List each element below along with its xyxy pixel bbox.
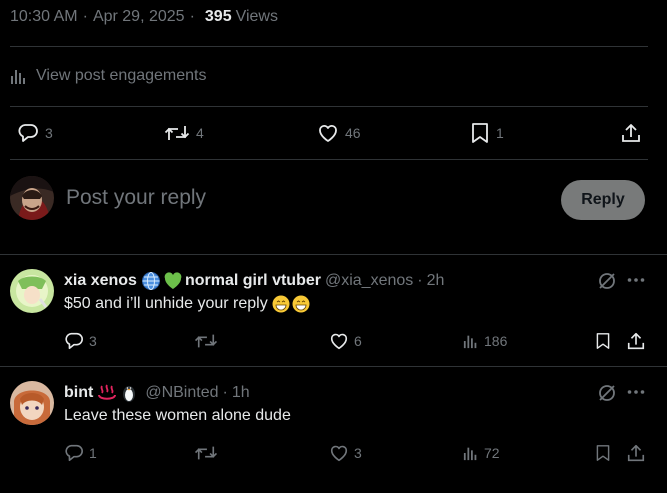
divider — [10, 159, 648, 160]
reply-item[interactable]: bint @NBinted · 1h Leave these women alo… — [0, 367, 667, 493]
reply-header: xia xenos normal girl vtuber @xia_xenos … — [64, 271, 444, 291]
views-label: Views — [235, 8, 278, 25]
views-count: 186 — [484, 333, 508, 349]
reply-icon — [18, 124, 38, 142]
like-count: 6 — [354, 333, 362, 349]
reply-author-handle[interactable]: @xia_xenos — [325, 272, 413, 290]
like-count: 46 — [345, 125, 361, 141]
reply-icon — [65, 332, 83, 350]
reply-like-action[interactable]: 6 — [329, 330, 362, 352]
heart-icon — [330, 445, 348, 462]
post-date[interactable]: Apr 29, 2025 — [93, 8, 185, 26]
reply-text-content: Leave these women alone dude — [64, 407, 291, 424]
reply-time[interactable]: 1h — [232, 384, 250, 402]
reply-author-handle[interactable]: @NBinted — [145, 384, 218, 402]
heart-icon — [319, 124, 337, 142]
share-action[interactable] — [620, 120, 648, 146]
divider — [10, 106, 648, 107]
bookmark-icon — [472, 123, 488, 143]
view-engagements-label: View post engagements — [36, 67, 207, 84]
reply-count: 3 — [45, 125, 53, 141]
reply-author-name[interactable]: bint — [64, 384, 93, 402]
heart-icon — [330, 333, 348, 350]
share-icon[interactable] — [626, 443, 646, 463]
divider — [10, 46, 648, 47]
hot-springs-emoji-icon — [97, 383, 117, 403]
meta-separator: · — [189, 8, 195, 25]
view-engagements-link[interactable]: View post engagements — [10, 64, 206, 88]
post-time[interactable]: 10:30 AM — [10, 8, 78, 26]
bookmark-icon[interactable] — [595, 331, 611, 351]
bookmark-action[interactable]: 1 — [470, 120, 504, 146]
reply-button[interactable]: Reply — [561, 180, 645, 220]
reply-author-name[interactable]: xia xenos — [64, 272, 137, 290]
penguin-emoji-icon — [119, 383, 139, 403]
reply-reply-action[interactable]: 1 — [64, 442, 97, 464]
repost-icon — [164, 126, 190, 140]
repost-icon — [194, 334, 218, 348]
reply-item[interactable]: xia xenos normal girl vtuber @xia_xenos … — [0, 255, 667, 365]
reply-views-action[interactable]: 72 — [463, 442, 500, 464]
hidden-reply-icon[interactable] — [597, 383, 617, 403]
more-icon[interactable] — [627, 277, 645, 283]
reply-input[interactable]: Post your reply — [66, 186, 206, 210]
user-avatar[interactable] — [10, 176, 54, 220]
green-heart-emoji-icon — [163, 271, 183, 291]
reply-repost-action[interactable] — [194, 442, 223, 464]
meta-separator: · — [417, 272, 423, 289]
reply-text-content: $50 and i’ll unhide your reply — [64, 295, 268, 312]
reply-count: 1 — [89, 445, 97, 461]
views-count: 395 — [204, 8, 232, 25]
reply-text: Leave these women alone dude — [64, 407, 291, 425]
reply-header: bint @NBinted · 1h — [64, 383, 250, 403]
reply-reply-action[interactable]: 3 — [64, 330, 97, 352]
views-count: 72 — [484, 445, 500, 461]
globe-emoji-icon — [141, 271, 161, 291]
analytics-icon — [463, 335, 477, 349]
reply-action[interactable]: 3 — [17, 120, 53, 146]
analytics-icon — [463, 447, 477, 461]
share-icon[interactable] — [626, 331, 646, 351]
reply-count: 3 — [89, 333, 97, 349]
reply-avatar[interactable] — [10, 381, 54, 425]
bookmark-count: 1 — [496, 125, 504, 141]
hidden-reply-icon[interactable] — [597, 271, 617, 291]
reply-repost-action[interactable] — [194, 330, 223, 352]
reply-time[interactable]: 2h — [427, 272, 445, 290]
reply-views-action[interactable]: 186 — [463, 330, 507, 352]
grinning-emoji-icon — [272, 295, 290, 313]
meta-separator: · — [222, 384, 228, 401]
repost-action[interactable]: 4 — [164, 120, 204, 146]
like-action[interactable]: 46 — [317, 120, 361, 146]
more-icon[interactable] — [627, 389, 645, 395]
reply-composer: Post your reply Reply — [0, 170, 667, 234]
like-count: 3 — [354, 445, 362, 461]
reply-author-name-suffix: normal girl vtuber — [184, 272, 321, 289]
reply-icon — [65, 444, 83, 462]
reply-avatar[interactable] — [10, 269, 54, 313]
reply-text: $50 and i’ll unhide your reply — [64, 295, 310, 313]
post-action-bar: 3 4 46 1 — [0, 120, 667, 146]
repost-count: 4 — [196, 125, 204, 141]
meta-separator: · — [82, 8, 88, 25]
bookmark-icon[interactable] — [595, 443, 611, 463]
post-meta: 10:30 AM · Apr 29, 2025 · 395 Views — [10, 6, 278, 28]
grinning-emoji-icon — [292, 295, 310, 313]
analytics-icon — [11, 70, 25, 84]
reply-like-action[interactable]: 3 — [329, 442, 362, 464]
repost-icon — [194, 446, 218, 460]
share-icon — [622, 124, 640, 142]
